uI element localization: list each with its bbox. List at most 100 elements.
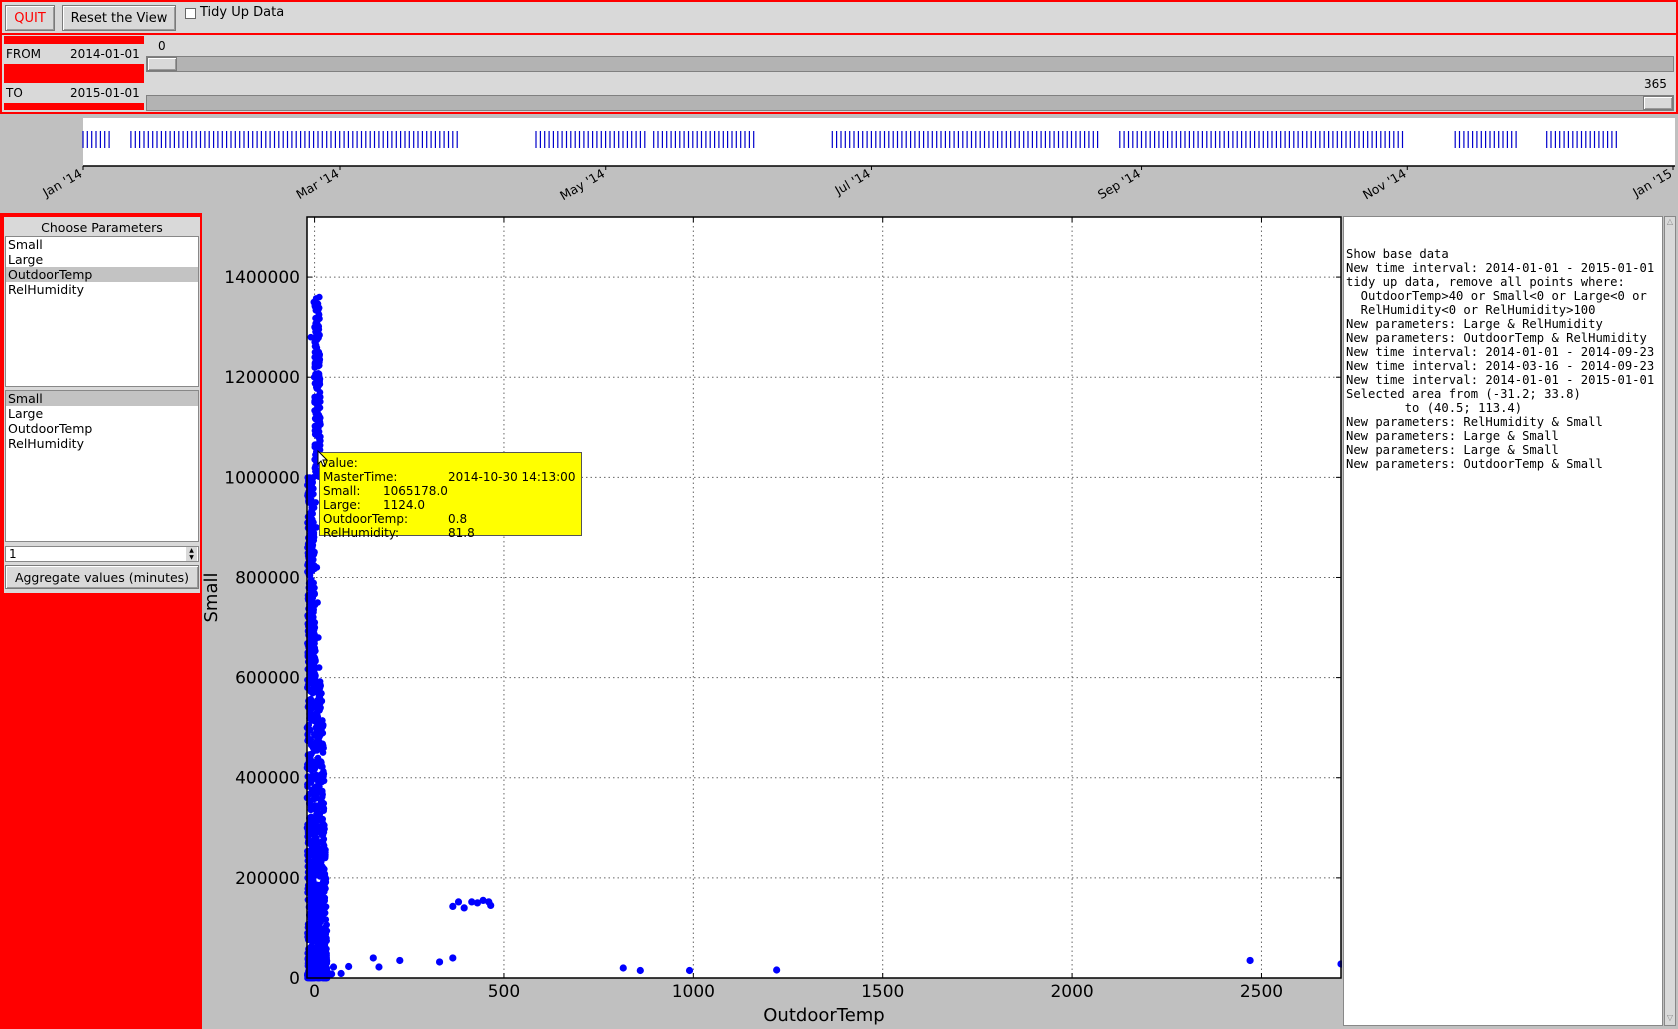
y-tick-label: 0	[289, 969, 300, 989]
log-line: New parameters: RelHumidity & Small	[1346, 415, 1603, 429]
to-slider-trough[interactable]	[146, 95, 1674, 111]
data-point	[345, 962, 353, 971]
data-point	[316, 694, 324, 701]
tidy-up-label: Tidy Up Data	[200, 5, 285, 20]
data-point	[311, 398, 318, 406]
tooltip-value: 1065178.0	[383, 484, 448, 498]
data-point	[309, 660, 317, 668]
data-point	[308, 546, 315, 553]
data-point	[310, 298, 318, 306]
log-line: New parameters: Large & Small	[1346, 429, 1559, 443]
mouse-cursor-icon	[317, 450, 329, 467]
data-point	[308, 607, 316, 614]
data-point	[321, 894, 329, 902]
scroll-up-icon[interactable]: △	[1665, 217, 1675, 229]
log-scrollbar[interactable]: △ ▽	[1664, 216, 1676, 1026]
y-tick-label: 1000000	[224, 468, 300, 488]
data-point	[310, 775, 317, 782]
data-point	[306, 696, 314, 703]
data-point	[315, 731, 323, 738]
data-point	[316, 948, 324, 956]
x-param-item[interactable]: Small	[6, 237, 198, 252]
data-point	[315, 933, 322, 940]
from-slider-trough[interactable]	[146, 56, 1674, 72]
data-point	[375, 963, 383, 971]
data-point	[317, 724, 324, 731]
x-tick-label: 2500	[1240, 982, 1283, 1002]
log-line: RelHumidity<0 or RelHumidity>100	[1346, 303, 1596, 317]
y-parameter-list[interactable]: Small Large OutdoorTemp RelHumidity	[5, 390, 199, 542]
timeline-month-label: Jul '14	[831, 166, 873, 199]
data-point	[304, 627, 312, 635]
from-date: 2014-01-01	[70, 47, 140, 61]
log-line: New parameters: OutdoorTemp & RelHumidit…	[1346, 331, 1647, 345]
y-param-item[interactable]: OutdoorTemp	[6, 421, 198, 436]
data-point	[316, 435, 323, 442]
data-point	[319, 824, 327, 832]
data-point	[449, 954, 457, 962]
log-line: OutdoorTemp>40 or Small<0 or Large<0 or	[1346, 289, 1647, 303]
data-point	[328, 970, 336, 978]
data-point	[307, 929, 314, 937]
data-point	[773, 966, 781, 974]
data-point	[315, 664, 323, 671]
data-point	[311, 323, 318, 331]
tooltip-value: 81.8	[448, 526, 475, 540]
data-point	[619, 964, 627, 972]
data-point	[305, 969, 312, 977]
data-point	[315, 776, 323, 783]
data-point	[313, 889, 321, 897]
aggregate-button[interactable]: Aggregate values (minutes)	[5, 565, 199, 589]
data-point	[311, 902, 318, 910]
reset-view-button[interactable]: Reset the View	[62, 5, 176, 31]
data-point	[313, 703, 321, 710]
data-point	[307, 513, 314, 521]
data-point	[317, 871, 324, 878]
data-point	[314, 599, 321, 606]
data-point	[312, 954, 319, 962]
scroll-down-icon[interactable]: ▽	[1665, 1013, 1675, 1025]
data-point	[311, 348, 319, 356]
log-line: New time interval: 2014-01-01 - 2015-01-…	[1346, 373, 1655, 387]
data-point	[369, 954, 377, 962]
data-point	[320, 842, 328, 849]
timeline-overview: Jan '14 Mar '14 May '14 Jul '14 Sep '14 Nov '…	[39, 118, 1675, 203]
y-param-item[interactable]: Large	[6, 406, 198, 421]
tooltip-key: RelHumidity:	[323, 526, 400, 540]
log-line: Selected area from (-31.2; 33.8)	[1346, 387, 1581, 401]
x-param-item[interactable]: OutdoorTemp	[6, 267, 198, 282]
data-point	[314, 306, 321, 314]
tidy-up-checkbox[interactable]	[185, 8, 196, 19]
aggregate-spinbox[interactable]: 1 ▲ ▼	[5, 546, 199, 562]
data-point	[314, 971, 322, 978]
data-point	[320, 854, 327, 862]
data-point	[320, 744, 327, 752]
to-label: TO	[6, 86, 23, 100]
log-line: tidy up data, remove all points where:	[1346, 275, 1625, 289]
from-slider-handle[interactable]	[147, 57, 177, 71]
x-param-item[interactable]: RelHumidity	[6, 282, 198, 297]
data-point	[310, 626, 318, 634]
y-param-item[interactable]: Small	[6, 391, 198, 406]
aggregate-value: 1	[9, 547, 17, 561]
x-param-item[interactable]: Large	[6, 252, 198, 267]
data-point	[312, 820, 319, 828]
timeline-month-label: Mar '14	[293, 166, 341, 202]
data-point	[310, 373, 318, 381]
data-point	[321, 884, 328, 892]
quit-button[interactable]: QUIT	[5, 5, 55, 31]
from-slider-value: 0	[158, 39, 166, 53]
data-point	[487, 901, 495, 910]
data-point	[304, 649, 312, 656]
to-slider-handle[interactable]	[1643, 96, 1673, 110]
data-point	[322, 934, 330, 942]
x-parameter-list[interactable]: Small Large OutdoorTemp RelHumidity	[5, 236, 199, 387]
y-param-item[interactable]: RelHumidity	[6, 436, 198, 451]
params-title: Choose Parameters	[41, 220, 163, 235]
data-point	[312, 357, 320, 364]
scatter-plot[interactable]: 0 500 1000 1500 2000 2500 0 200000 400000 600000 8…	[202, 213, 1342, 1029]
tooltip-value: 0.8	[448, 512, 468, 526]
spin-arrows-icon[interactable]: ▲ ▼	[186, 547, 197, 561]
data-point	[314, 843, 321, 850]
data-point	[318, 960, 325, 968]
